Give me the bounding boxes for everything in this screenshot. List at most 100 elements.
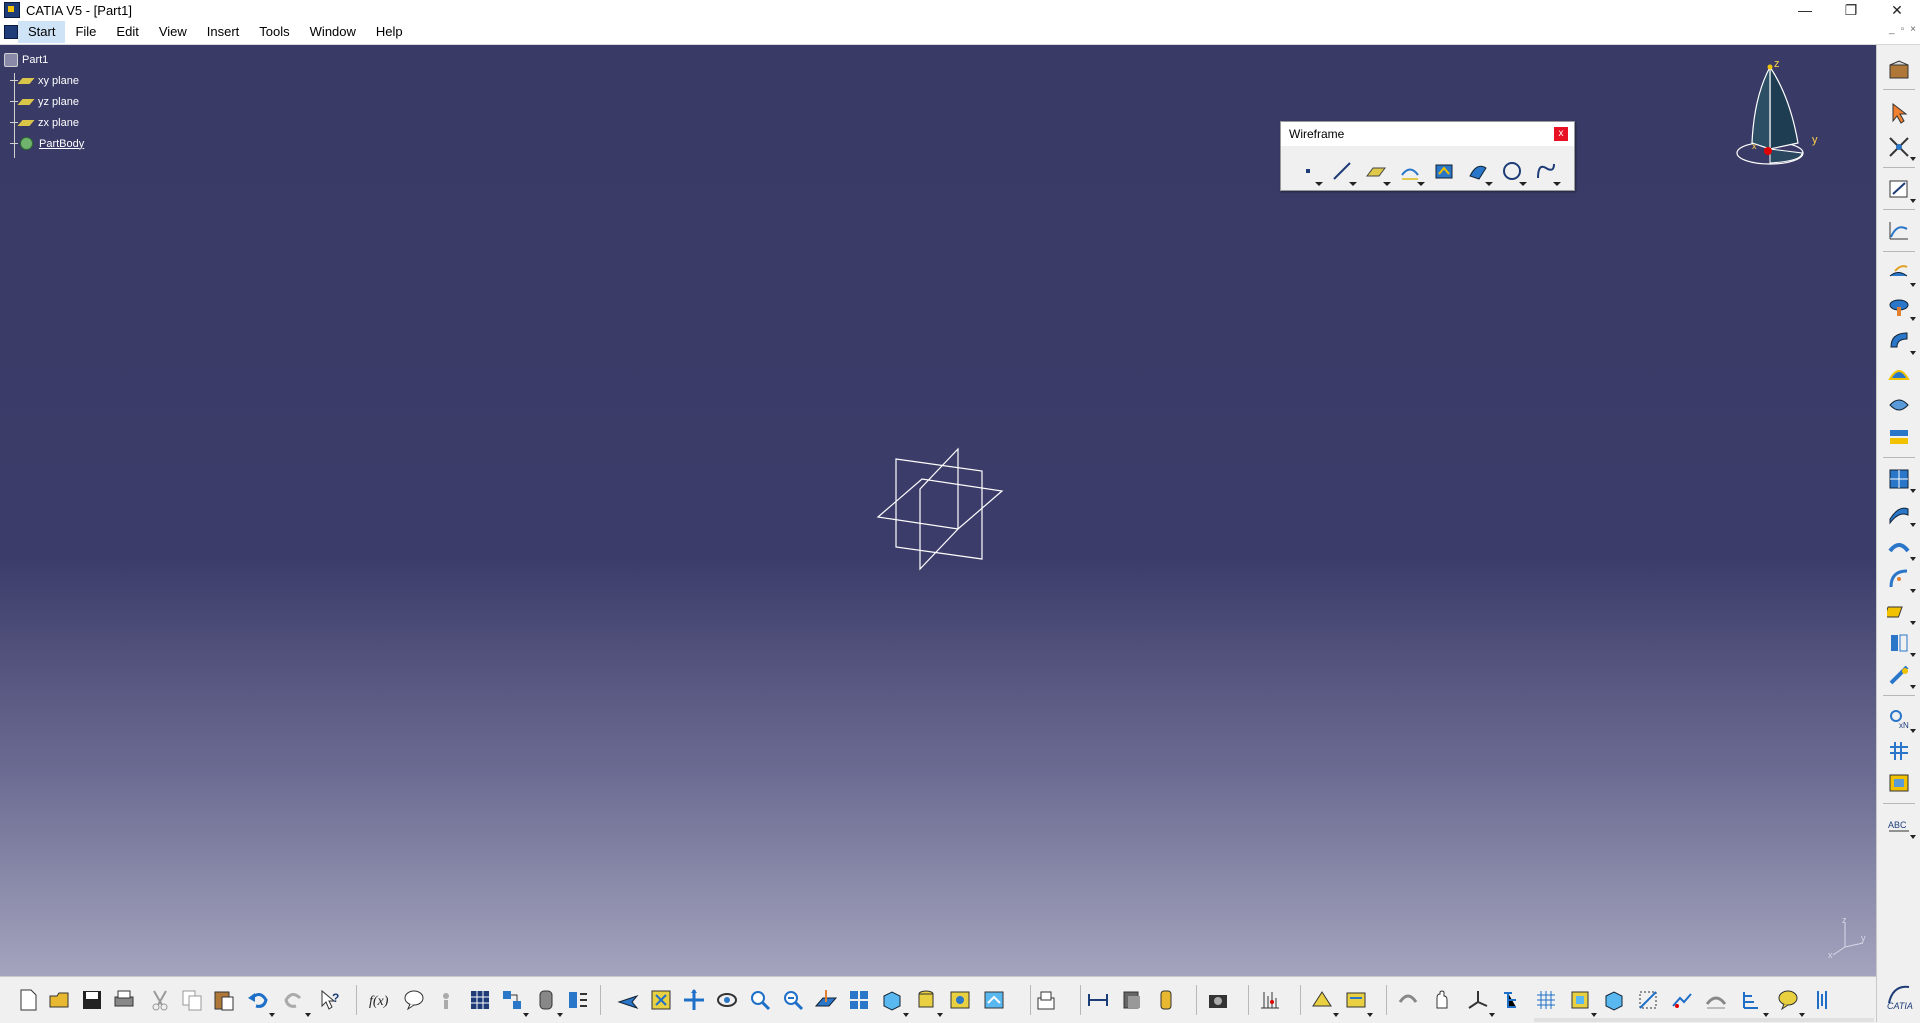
- material-icon[interactable]: [1118, 986, 1146, 1014]
- reflect-line-icon[interactable]: [1465, 158, 1493, 186]
- wireframe-toolbar[interactable]: Wireframe x: [1280, 121, 1575, 191]
- repetition-icon[interactable]: xN: [1885, 705, 1916, 733]
- extrapolate-icon[interactable]: [1885, 629, 1916, 657]
- pan-icon[interactable]: [680, 986, 708, 1014]
- menu-insert[interactable]: Insert: [197, 21, 250, 43]
- save-icon[interactable]: [78, 986, 106, 1014]
- swap-space-icon[interactable]: [980, 986, 1008, 1014]
- redo-icon[interactable]: [280, 986, 311, 1017]
- dimension-icon[interactable]: [1084, 986, 1112, 1014]
- compass[interactable]: z y x: [1730, 57, 1826, 173]
- text-abc-icon[interactable]: ABC: [1885, 811, 1916, 839]
- grid-icon[interactable]: [1885, 737, 1913, 765]
- restore-button[interactable]: ❐: [1828, 0, 1874, 20]
- paste-icon[interactable]: [210, 986, 238, 1014]
- open-icon[interactable]: [46, 986, 74, 1014]
- wireframe-toolbar-close-button[interactable]: x: [1554, 127, 1568, 141]
- fill-icon[interactable]: [1885, 359, 1913, 387]
- circle-icon[interactable]: [1499, 158, 1527, 186]
- iso-view-icon[interactable]: [878, 986, 909, 1017]
- touch-icon[interactable]: [1394, 986, 1422, 1014]
- table-icon[interactable]: [466, 986, 494, 1014]
- revolve-surface-icon[interactable]: [1885, 293, 1916, 321]
- axis-icon[interactable]: [1464, 986, 1495, 1017]
- axis-system-icon[interactable]: [1885, 661, 1916, 689]
- split-icon[interactable]: [1885, 499, 1916, 527]
- tree-icon[interactable]: [1498, 986, 1526, 1014]
- close-button[interactable]: ✕: [1874, 0, 1920, 20]
- cut-section-icon[interactable]: [1634, 986, 1662, 1014]
- menu-file[interactable]: File: [65, 21, 106, 43]
- arrows-icon[interactable]: [1668, 986, 1696, 1014]
- doc-minimize-button[interactable]: _: [1889, 24, 1895, 35]
- trim-icon[interactable]: [1885, 533, 1916, 561]
- line-icon[interactable]: [1329, 158, 1357, 186]
- yz-plane-outline[interactable]: [895, 458, 983, 560]
- tree-root-part1[interactable]: Part1: [4, 49, 84, 70]
- plane-icon[interactable]: [1363, 158, 1391, 186]
- comment-icon[interactable]: [400, 986, 428, 1014]
- catalog-icon[interactable]: [532, 986, 563, 1017]
- annotation-icon[interactable]: [1885, 769, 1913, 797]
- 3d-viewport[interactable]: Part1 xy plane yz plane zx plane PartBod…: [0, 45, 1876, 976]
- measure-between-icon[interactable]: [1702, 986, 1730, 1014]
- fillet-icon[interactable]: [1885, 565, 1916, 593]
- cut-icon[interactable]: [146, 986, 174, 1014]
- menu-start[interactable]: Start: [18, 21, 66, 43]
- hide-show-icon[interactable]: [946, 986, 974, 1014]
- fly-mode-icon[interactable]: [614, 986, 642, 1014]
- balloon-icon[interactable]: [1774, 986, 1805, 1017]
- minimize-button[interactable]: —: [1782, 0, 1828, 20]
- undo-icon[interactable]: [244, 986, 275, 1017]
- measure-icon[interactable]: [564, 986, 592, 1014]
- zoom-out-icon[interactable]: [779, 986, 807, 1014]
- menu-help[interactable]: Help: [366, 21, 413, 43]
- new-icon[interactable]: [14, 986, 42, 1014]
- sketch-tools-icon[interactable]: [1308, 986, 1339, 1017]
- menu-edit[interactable]: Edit: [106, 21, 148, 43]
- mesh-icon[interactable]: [1532, 986, 1560, 1014]
- copy-icon[interactable]: [178, 986, 206, 1014]
- loft-icon[interactable]: [1885, 391, 1913, 419]
- drawing-icon[interactable]: [1810, 986, 1838, 1014]
- menu-tools[interactable]: Tools: [249, 21, 299, 43]
- tree-item-xy-plane[interactable]: xy plane: [4, 70, 84, 91]
- blend-icon[interactable]: [1885, 423, 1913, 451]
- point-icon[interactable]: [1295, 158, 1323, 186]
- positioned-sketch-icon[interactable]: [1885, 217, 1913, 245]
- reference-planes[interactable]: [870, 445, 1010, 575]
- translate-icon[interactable]: [1885, 597, 1916, 625]
- knowledge-icon[interactable]: [432, 986, 460, 1014]
- doc-close-button[interactable]: ×: [1910, 24, 1916, 35]
- sweep-icon[interactable]: [1885, 327, 1916, 355]
- menu-view[interactable]: View: [149, 21, 197, 43]
- extrude-surface-icon[interactable]: [1885, 259, 1916, 287]
- tree-item-yz-plane[interactable]: yz plane: [4, 91, 84, 112]
- update-icon[interactable]: [1342, 986, 1373, 1017]
- sketcher-icon[interactable]: [1885, 175, 1916, 203]
- apply-icon[interactable]: [1152, 986, 1180, 1014]
- join-icon[interactable]: [1885, 465, 1916, 493]
- box-icon[interactable]: [1600, 986, 1628, 1014]
- print-icon[interactable]: [110, 986, 138, 1014]
- doc-restore-button[interactable]: ▫: [1901, 24, 1905, 35]
- multi-view-icon[interactable]: [845, 986, 873, 1014]
- snap-icon[interactable]: [1885, 133, 1916, 161]
- wireframe-toolbar-title[interactable]: Wireframe x: [1281, 122, 1574, 146]
- plane-3d-icon[interactable]: [1566, 986, 1597, 1017]
- law-icon[interactable]: [498, 986, 529, 1017]
- rotate-icon[interactable]: [713, 986, 741, 1014]
- projection-icon[interactable]: [1397, 158, 1425, 186]
- parts-icon[interactable]: [1738, 986, 1769, 1017]
- hand-icon[interactable]: [1428, 986, 1456, 1014]
- scan-icon[interactable]: [1032, 986, 1060, 1014]
- tree-item-zx-plane[interactable]: zx plane: [4, 112, 84, 133]
- formula-icon[interactable]: f(x): [366, 986, 394, 1014]
- menu-window[interactable]: Window: [300, 21, 366, 43]
- tree-item-partbody[interactable]: PartBody: [4, 133, 84, 154]
- capture-icon[interactable]: [1204, 986, 1232, 1014]
- normal-view-icon[interactable]: [812, 986, 840, 1014]
- combine-icon[interactable]: [1431, 158, 1457, 184]
- shading-icon[interactable]: [912, 986, 943, 1017]
- start-menu-icon[interactable]: [4, 25, 18, 39]
